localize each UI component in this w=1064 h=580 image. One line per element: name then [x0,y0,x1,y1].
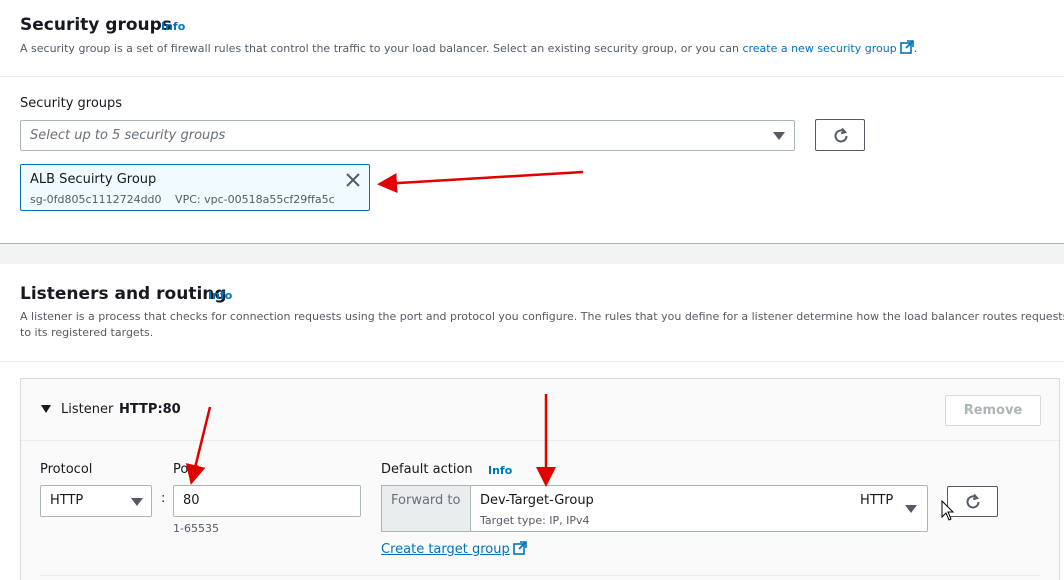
listener-label: Listener [61,402,114,417]
create-security-group-link[interactable]: create a new security group [742,42,896,55]
security-groups-placeholder: Select up to 5 security groups [30,128,226,143]
remove-listener-button[interactable]: Remove [945,395,1041,426]
refresh-security-groups-button[interactable] [815,119,865,151]
listeners-panel: Listeners and routing Info A listener is… [0,264,1064,580]
token-details: sg-0fd805c1112724dd0 VPC: vpc-00518a55cf… [30,193,335,206]
forward-to-text: Forward to [391,493,461,508]
external-link-icon[interactable] [512,541,527,559]
create-target-group-row: Create target group [381,541,527,559]
forward-to-label: Forward to [381,485,471,532]
default-action-info-link[interactable]: Info [488,464,512,477]
port-hint: 1-65535 [173,522,219,535]
security-groups-description-end: . [913,42,918,55]
create-target-group-link[interactable]: Create target group [381,542,510,557]
listener-name: HTTP:80 [119,402,181,417]
protocol-label: Protocol [40,462,93,477]
security-groups-description: A security group is a set of firewall ru… [20,40,917,59]
security-groups-title: Security groups [20,15,172,35]
external-link-icon[interactable] [899,40,914,59]
listeners-description-line2: to its registered targets. [20,326,154,339]
refresh-icon [966,493,980,509]
protocol-value: HTTP [50,493,84,508]
target-group-protocol: HTTP [860,493,894,508]
remove-token-close-icon[interactable] [345,172,361,188]
port-value: 80 [183,493,200,508]
target-group-select[interactable]: Dev-Target-Group Target type: IP, IPv4 H… [470,485,928,532]
security-groups-field-label: Security groups [20,96,123,111]
listener-container: Listener HTTP:80 Remove Protocol HTTP : … [20,378,1060,580]
mouse-cursor-icon [941,500,955,521]
security-groups-select[interactable]: Select up to 5 security groups [20,120,795,151]
security-groups-header: Security groups Info A security group is… [0,0,1064,77]
expand-triangle-icon[interactable] [41,405,51,413]
protocol-select[interactable]: HTTP [40,485,152,517]
caret-down-icon [131,498,143,506]
listeners-description-line1: A listener is a process that checks for … [20,310,1064,323]
refresh-icon [834,127,848,143]
listeners-info-link[interactable]: Info [208,289,232,302]
target-group-type: Target type: IP, IPv4 [480,514,590,527]
listeners-title: Listeners and routing [20,284,227,304]
target-group-name: Dev-Target-Group [480,493,594,508]
security-groups-info-link[interactable]: Info [161,20,185,33]
token-vpc: VPC: vpc-00518a55cf29ffa5c [175,193,335,206]
caret-down-icon [905,505,917,513]
divider [39,575,1041,576]
protocol-port-separator: : [161,491,166,506]
token-name: ALB Secuirty Group [30,172,157,187]
caret-down-icon [773,132,785,140]
default-action-label: Default action [381,462,473,477]
security-groups-description-text: A security group is a set of firewall ru… [20,42,743,55]
security-groups-panel: Security groups Info A security group is… [0,0,1064,244]
listener-header: Listener HTTP:80 Remove [21,379,1059,441]
port-input[interactable]: 80 [173,485,361,517]
port-label: Port [173,462,199,477]
listeners-header: Listeners and routing Info A listener is… [0,264,1064,362]
selected-security-group-token: ALB Secuirty Group sg-0fd805c1112724dd0 … [20,164,370,211]
token-id: sg-0fd805c1112724dd0 [30,193,162,206]
